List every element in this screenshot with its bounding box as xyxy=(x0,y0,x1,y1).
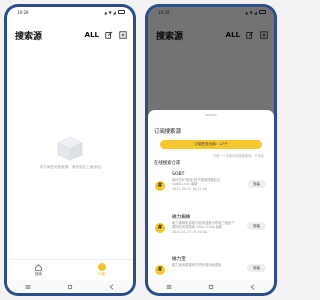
list-item: # SOBT 最好的BT搜索,种子搜索神器站点 sobt01.top 最新 20… xyxy=(154,172,268,214)
screen: 19:28 ▲ ▼ ◢ 搜索源 ALL xyxy=(7,7,133,293)
subscribe-sheet: 订阅搜索源 订阅任务仓库：27个 只是一个仓库可阅读搜索源，不承诺 在线搜索仓库… xyxy=(148,110,274,280)
source-name: 磁力蜘蛛 xyxy=(172,214,191,220)
section-title: 在线搜索仓库 xyxy=(154,160,181,166)
hash-icon: # xyxy=(155,180,165,191)
back-icon[interactable] xyxy=(109,283,115,290)
list-item: # 磁力蜘蛛 磁力蜘蛛免费磁力链接搜索引擎磁力搜索下载网站资源搜索 infos1… xyxy=(154,214,268,256)
screen: 19:28 ▲ ▼ ◢ 搜索源 ALL xyxy=(148,7,274,293)
sheet-hint: 只是一个仓库可阅读搜索源，不承诺 xyxy=(213,153,264,158)
sheet-title: 订阅搜索源 xyxy=(154,128,181,135)
install-button[interactable]: 安装 xyxy=(247,179,266,188)
empty-message: 未订阅任何搜索源，请先前往上面添加 xyxy=(39,165,101,169)
menu-icon[interactable] xyxy=(166,284,172,290)
app-bar: 搜索源 ALL xyxy=(15,28,127,42)
source-description: 磁力蜘蛛免费磁力链接搜索引擎磁力搜索下载网站资源搜索 infos11.top 最… xyxy=(172,221,235,230)
nav-subscribe[interactable]: 订阅 xyxy=(70,260,133,280)
source-list: # SOBT 最好的BT搜索,种子搜索神器站点 sobt01.top 最新 20… xyxy=(154,172,268,294)
subscribe-icon xyxy=(97,263,106,271)
source-description: 磁力宝资源搜索引擎资源全面更新 xyxy=(172,263,222,267)
phone-frame-empty: 19:28 ▲ ▼ ◢ 搜索源 ALL 未订阅任何搜索源，请先前往上面添加 搜索… xyxy=(4,4,136,296)
status-network: ▲ ▼ ◢ xyxy=(104,9,116,15)
empty-state: 未订阅任何搜索源，请先前往上面添加 xyxy=(7,133,133,170)
nav-subscribe-label: 订阅 xyxy=(98,272,105,276)
system-nav-bar xyxy=(148,280,274,293)
back-icon[interactable] xyxy=(250,283,256,290)
bottom-nav: 搜索 订阅 xyxy=(7,259,133,280)
page-title: 搜索源 xyxy=(15,31,43,42)
status-bar: 19:28 ▲ ▼ ◢ xyxy=(7,7,133,17)
hash-icon: # xyxy=(155,222,165,233)
home-button-icon[interactable] xyxy=(67,284,73,290)
nav-search-label: 搜索 xyxy=(35,271,42,276)
status-time: 19:28 xyxy=(17,9,29,15)
phone-frame-sheet: 19:28 ▲ ▼ ◢ 搜索源 ALL xyxy=(145,4,277,296)
all-button[interactable]: ALL xyxy=(85,31,99,39)
hash-icon: # xyxy=(155,264,165,275)
source-name: 磁力宝 xyxy=(172,256,186,262)
subscribe-repo-button[interactable]: 订阅任务仓库：27个 xyxy=(160,139,262,149)
nav-search[interactable]: 搜索 xyxy=(7,260,70,280)
menu-icon[interactable] xyxy=(25,284,31,290)
source-description: 最好的BT搜索,种子搜索神器站点 sobt01.top 最新 xyxy=(172,178,221,187)
edit-icon[interactable] xyxy=(105,31,113,39)
source-date: 2022-09-12 16:21:00 xyxy=(172,187,208,192)
source-date: 2022-01-25 15:40:00 xyxy=(172,230,208,235)
install-button[interactable]: 安装 xyxy=(247,221,266,230)
home-icon xyxy=(35,263,42,271)
install-button[interactable]: 安装 xyxy=(247,263,266,272)
add-icon[interactable] xyxy=(119,31,127,39)
empty-box-icon xyxy=(57,136,83,161)
battery-icon xyxy=(118,10,125,14)
system-nav-bar xyxy=(7,280,133,293)
sheet-handle[interactable] xyxy=(205,114,217,116)
source-name: SOBT xyxy=(172,171,185,177)
home-button-icon[interactable] xyxy=(208,284,214,290)
